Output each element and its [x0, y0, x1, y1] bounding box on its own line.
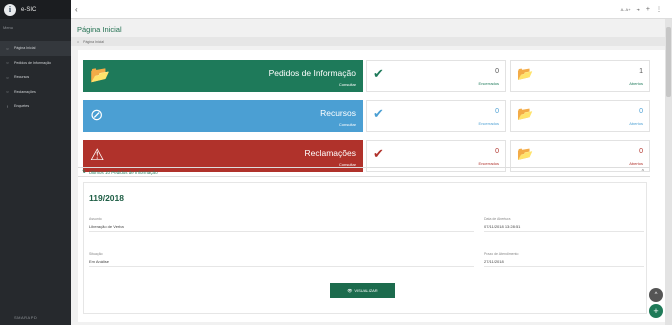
ban-icon: ⊘: [90, 107, 104, 124]
page-title: Página Inicial: [77, 25, 122, 34]
plus-icon[interactable]: +: [646, 6, 650, 13]
check-icon: ✔: [373, 146, 384, 161]
card-information-requests[interactable]: 📂 Pedidos de Informação Consultar: [83, 60, 363, 92]
count-value: 0: [495, 108, 499, 115]
circle-icon: ○: [6, 89, 9, 95]
request-number: 119/2018: [89, 193, 124, 203]
count-value: 0: [495, 148, 499, 155]
arrow-up-icon: ^: [654, 292, 658, 298]
count-label: Encerrados: [478, 161, 499, 166]
count-value: 1: [639, 68, 643, 75]
divider: [484, 231, 644, 232]
home-icon[interactable]: ⌂: [77, 40, 79, 44]
deadline-label: Prazo de Atendimento: [484, 252, 519, 256]
scrollbar-thumb[interactable]: [666, 27, 671, 97]
consult-link[interactable]: Consultar: [339, 82, 356, 87]
status-value: Em Análise: [89, 259, 110, 264]
count-label: Abertos: [629, 161, 643, 166]
count-label: Encerrados: [478, 81, 499, 86]
view-button-label: VISUALIZAR: [354, 288, 378, 293]
sidebar-item-label: Enquetes: [14, 104, 30, 109]
count-label: Encerrados: [478, 121, 499, 126]
view-button[interactable]: 👁 VISUALIZAR: [330, 283, 395, 298]
sidebar-item-label: Reclamações: [14, 89, 36, 94]
count-label: Abertos: [629, 121, 643, 126]
consult-link[interactable]: Consultar: [339, 122, 356, 127]
subject-label: Assunto: [89, 217, 102, 221]
dashboard-panel: 📂 Pedidos de Informação Consultar ✔ 0 En…: [78, 50, 666, 322]
app-name: e-SIC: [21, 6, 37, 13]
count-value: 0: [639, 148, 643, 155]
footer-logo: SMARAPD: [14, 315, 38, 320]
request-detail-card: 119/2018 Assunto Liberação de Verba Data…: [83, 182, 647, 314]
sidebar-item-complaints[interactable]: ○ Reclamações: [0, 85, 71, 100]
card-appeals-closed[interactable]: ✔ 0 Encerrados: [366, 100, 506, 132]
opened-label: Data de Abertura: [484, 217, 511, 221]
circle-icon: ○: [6, 45, 9, 51]
sidebar-item-label: Recursos: [14, 75, 30, 80]
eye-icon: 👁: [347, 288, 353, 293]
check-icon: ✔: [373, 66, 384, 81]
card-title: Reclamações: [304, 148, 357, 158]
top-bar: ‹ A- A+ ➜ + ⋮: [71, 0, 672, 19]
sidebar-item-polls[interactable]: ! Enquetes: [0, 99, 71, 114]
divider: [89, 266, 474, 267]
content-area: Página Inicial ⌂ Página Inicial 📂 Pedido…: [71, 19, 666, 325]
folder-open-icon: 📂: [517, 146, 534, 161]
brand[interactable]: i e-SIC: [0, 0, 71, 19]
latest-requests-header[interactable]: ⇅ Últimos 10 Pedidos de Informação ^: [78, 167, 650, 177]
warning-icon: ⚠: [90, 147, 105, 164]
check-icon: ✔: [373, 106, 384, 121]
more-menu-icon[interactable]: ⋮: [656, 6, 662, 13]
section-title: Últimos 10 Pedidos de Informação: [88, 169, 158, 175]
back-icon[interactable]: ‹: [75, 5, 78, 14]
breadcrumb: ⌂ Página Inicial: [71, 37, 665, 46]
folder-open-icon: 📂: [517, 66, 534, 81]
circle-icon: ○: [6, 74, 9, 80]
folder-open-icon: 📂: [517, 106, 534, 121]
info-logo-icon: i: [4, 3, 16, 16]
breadcrumb-item[interactable]: Página Inicial: [83, 40, 104, 44]
folder-open-icon: 📂: [90, 67, 110, 84]
count-value: 0: [639, 108, 643, 115]
circle-icon: ○: [6, 60, 9, 66]
sidebar-item-home[interactable]: ○ Página Inicial: [0, 41, 71, 56]
add-button[interactable]: +: [649, 304, 663, 318]
divider: [89, 231, 474, 232]
sidebar-item-appeals[interactable]: ○ Recursos: [0, 70, 71, 85]
card-title: Pedidos de Informação: [268, 68, 356, 78]
scroll-top-button[interactable]: ^: [649, 288, 663, 302]
plus-icon: +: [653, 306, 659, 316]
deadline-value: 27/11/2018: [484, 259, 504, 264]
sidebar-item-information-requests[interactable]: ○ Pedidos de Informação: [0, 56, 71, 71]
sort-icon: ⇅: [82, 169, 86, 174]
sidebar: i e-SIC Menu ○ Página Inicial ○ Pedidos …: [0, 0, 71, 325]
divider: [484, 266, 644, 267]
font-size-control[interactable]: A- A+: [621, 7, 631, 12]
card-requests-closed[interactable]: ✔ 0 Encerrados: [366, 60, 506, 92]
menu-label: Menu: [3, 25, 14, 30]
vertical-scrollbar[interactable]: [665, 19, 672, 325]
logout-icon[interactable]: ➜: [637, 7, 640, 12]
card-appeals[interactable]: ⊘ Recursos Consultar: [83, 100, 363, 132]
count-value: 0: [495, 68, 499, 75]
exclamation-icon: !: [6, 103, 9, 109]
card-requests-open[interactable]: 📂 1 Abertos: [510, 60, 650, 92]
card-title: Recursos: [320, 108, 356, 118]
card-appeals-open[interactable]: 📂 0 Abertos: [510, 100, 650, 132]
count-label: Abertos: [629, 81, 643, 86]
sidebar-item-label: Pedidos de Informação: [14, 60, 51, 65]
status-label: Situação: [89, 252, 103, 256]
subject-value: Liberação de Verba: [89, 224, 124, 229]
sidebar-item-label: Página Inicial: [14, 46, 36, 51]
opened-value: 07/11/2018 13:28:51: [484, 224, 521, 229]
collapse-icon[interactable]: ^: [642, 169, 644, 175]
